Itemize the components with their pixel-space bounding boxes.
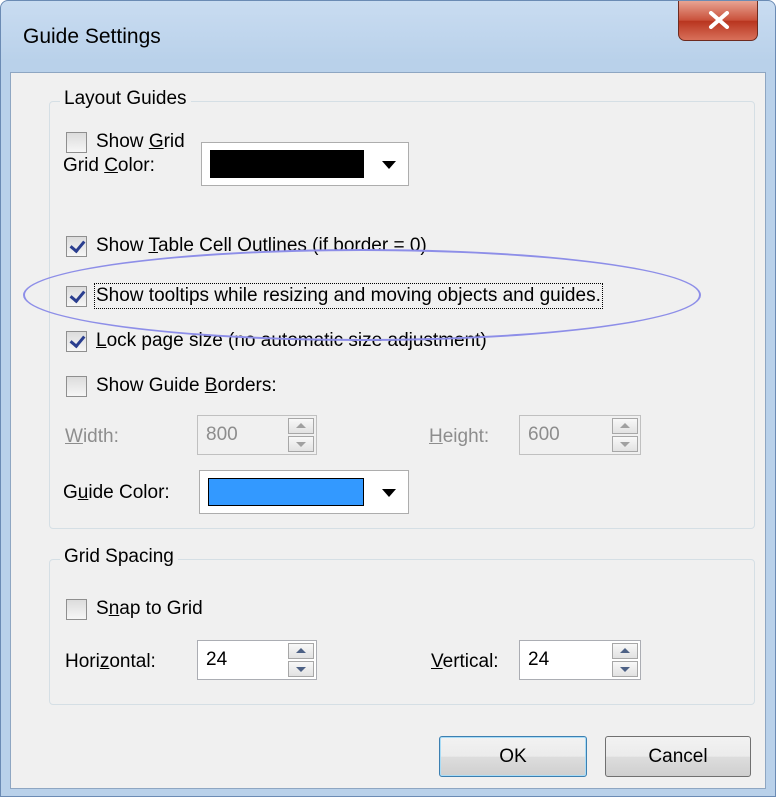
horizontal-value: 24 [206,649,228,670]
height-spinner[interactable]: 600 [519,415,641,455]
show-tooltips-checkbox[interactable]: Show tooltips while resizing and moving … [66,283,603,309]
height-value: 600 [528,424,560,445]
snap-to-grid-check-box[interactable] [66,598,87,620]
show-tooltips-check-box[interactable] [66,285,87,307]
width-spin-up-button[interactable] [288,418,314,434]
snap-to-grid-checkbox[interactable]: Snap to Grid [66,598,203,620]
guide-settings-dialog: Guide Settings Layout Guides Show Grid G… [0,0,776,797]
height-spin-up-button[interactable] [612,418,638,434]
chevron-down-icon [382,489,396,497]
show-grid-label: Show Grid [96,131,185,152]
horizontal-spin-up-button[interactable] [288,643,314,659]
grid-color-select[interactable] [201,142,409,186]
show-table-outlines-checkbox[interactable]: Show Table Cell Outlines (if border = 0) [66,235,427,257]
snap-to-grid-label: Snap to Grid [96,598,203,619]
show-table-outlines-label: Show Table Cell Outlines (if border = 0) [96,235,427,256]
dialog-title: Guide Settings [23,25,161,48]
vertical-spinner[interactable]: 24 [519,640,641,680]
horizontal-label: Horizontal: [65,651,156,672]
width-spin-buttons [288,418,314,452]
horizontal-spin-buttons [288,643,314,677]
chevron-down-icon [382,161,396,169]
grid-color-swatch [210,150,364,178]
close-button[interactable] [678,1,758,41]
show-guide-borders-check-box[interactable] [66,375,87,397]
vertical-spin-buttons [612,643,638,677]
show-grid-check-box[interactable] [66,131,87,153]
width-value: 800 [206,424,238,445]
lock-page-size-label: Lock page size (no automatic size adjust… [96,330,487,351]
cancel-button[interactable]: Cancel [605,736,751,777]
guide-color-select[interactable] [199,470,409,514]
show-guide-borders-label: Show Guide Borders: [96,375,277,396]
guide-color-label: Guide Color: [63,482,170,503]
close-icon [709,11,729,29]
width-spinner[interactable]: 800 [197,415,317,455]
height-label: Height: [429,426,490,447]
show-table-outlines-check-box[interactable] [66,235,87,257]
title-bar[interactable]: Guide Settings [1,1,775,75]
width-label: Width: [65,426,119,447]
grid-spacing-group: Grid Spacing [49,546,755,705]
show-grid-checkbox[interactable]: Show Grid [66,131,185,153]
horizontal-spin-down-button[interactable] [288,661,314,677]
lock-page-size-checkbox[interactable]: Lock page size (no automatic size adjust… [66,330,487,352]
horizontal-spinner[interactable]: 24 [197,640,317,680]
dialog-body: Layout Guides Show Grid Grid Color: Show… [10,72,766,789]
vertical-value: 24 [528,649,550,670]
grid-spacing-title: Grid Spacing [60,546,178,568]
ok-button[interactable]: OK [439,736,587,777]
guide-color-swatch [208,478,364,506]
show-guide-borders-checkbox[interactable]: Show Guide Borders: [66,375,277,397]
height-spin-buttons [612,418,638,452]
vertical-label: Vertical: [431,651,499,672]
height-spin-down-button[interactable] [612,436,638,452]
show-tooltips-label: Show tooltips while resizing and moving … [94,283,603,309]
width-spin-down-button[interactable] [288,436,314,452]
layout-guides-title: Layout Guides [60,88,191,110]
lock-page-size-check-box[interactable] [66,330,87,352]
grid-color-label: Grid Color: [63,155,155,176]
vertical-spin-down-button[interactable] [612,661,638,677]
vertical-spin-up-button[interactable] [612,643,638,659]
